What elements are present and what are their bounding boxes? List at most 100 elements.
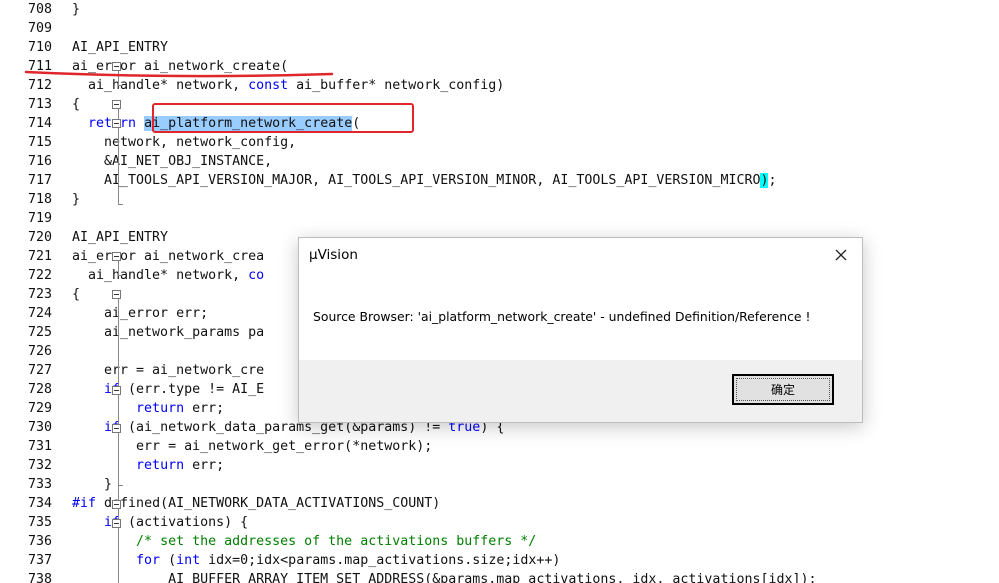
line-number: 719 [27, 211, 52, 226]
line-number: 735 [27, 515, 52, 530]
code-text: AI_API_ENTRY [72, 228, 168, 247]
fold-toggle-icon[interactable] [112, 500, 121, 509]
code-line[interactable]: 735 if (activations) { [0, 513, 999, 532]
code-line[interactable]: 732 return err; [0, 456, 999, 475]
line-number: 709 [27, 21, 52, 36]
code-text: err = ai_network_cre [72, 361, 264, 380]
code-line[interactable]: 710 AI_API_ENTRY [0, 38, 999, 57]
code-token: AI_TOOLS_API_VERSION_MAJOR, AI_TOOLS_API… [72, 173, 761, 188]
code-token: err; [184, 401, 225, 416]
line-number: 732 [27, 458, 52, 473]
code-token: for [136, 553, 161, 568]
code-text: err = ai_network_get_error(*network); [72, 437, 432, 456]
line-number: 721 [27, 249, 52, 264]
code-text: #if defined(AI_NETWORK_DATA_ACTIVATIONS_… [72, 494, 440, 513]
line-number: 733 [27, 477, 52, 492]
code-token: defined(AI_NETWORK_DATA_ACTIVATIONS_COUN… [96, 496, 441, 511]
code-token: ai_network_params pa [72, 325, 265, 340]
code-line[interactable]: 716 &AI_NET_OBJ_INSTANCE, [0, 152, 999, 171]
code-line[interactable]: 718} [0, 190, 999, 209]
line-number: 726 [27, 344, 52, 359]
line-number: 737 [27, 553, 52, 568]
fold-toggle-icon[interactable] [112, 290, 121, 299]
code-token: { [72, 97, 81, 112]
code-line[interactable]: 709 [0, 19, 999, 38]
code-line[interactable]: 708} [0, 0, 999, 19]
code-line[interactable]: 733 } [0, 475, 999, 494]
code-token: err = ai_network_get_error(*network); [72, 439, 433, 454]
code-line[interactable]: 713 { [0, 95, 999, 114]
line-number: 717 [27, 173, 52, 188]
annotation-red-underline [24, 70, 334, 78]
fold-toggle-icon[interactable] [112, 252, 121, 261]
code-text: ai_error ai_network_crea [72, 247, 264, 266]
code-text: { [72, 95, 80, 114]
line-number: 723 [27, 287, 52, 302]
annotation-red-box [152, 103, 414, 133]
code-token: ; [768, 173, 777, 188]
code-token: #if [72, 496, 97, 511]
code-line[interactable]: 731 err = ai_network_get_error(*network)… [0, 437, 999, 456]
code-line[interactable]: 715 network, network_config, [0, 133, 999, 152]
code-text: ai_error err; [72, 304, 208, 323]
code-token: &AI_NET_OBJ_INSTANCE, [72, 154, 273, 169]
line-number: 731 [27, 439, 52, 454]
code-text: if (activations) { [72, 513, 248, 532]
line-number: 710 [27, 40, 52, 55]
code-token: err = ai_network_cre [72, 363, 265, 378]
code-line[interactable]: 736 /* set the addresses of the activati… [0, 532, 999, 551]
code-line[interactable]: 734 #if defined(AI_NETWORK_DATA_ACTIVATIO… [0, 494, 999, 513]
code-token: return [136, 458, 185, 473]
line-number: 716 [27, 154, 52, 169]
code-line[interactable]: 719 [0, 209, 999, 228]
code-token: ai_error err; [72, 306, 209, 321]
fold-toggle-icon[interactable] [112, 100, 121, 109]
line-number: 734 [27, 496, 52, 511]
code-line[interactable]: 717 AI_TOOLS_API_VERSION_MAJOR, AI_TOOLS… [0, 171, 999, 190]
code-text: AI_API_ENTRY [72, 38, 168, 57]
fold-toggle-icon[interactable] [112, 119, 121, 128]
code-token: { [72, 287, 81, 302]
code-token: AI_API_ENTRY [72, 40, 169, 55]
line-number: 715 [27, 135, 52, 150]
code-token: AI_API_ENTRY [72, 230, 169, 245]
code-token: /* set the addresses of the activations … [136, 534, 537, 549]
fold-toggle-icon[interactable] [112, 386, 121, 395]
code-token: network, network_config, [72, 135, 297, 150]
ok-button[interactable]: 确定 [732, 374, 834, 405]
line-number: 736 [27, 534, 52, 549]
dialog-title: µVision [309, 247, 358, 263]
code-line[interactable]: 737 for (int idx=0;idx<params.map_activa… [0, 551, 999, 570]
code-token: ai_handle* network, [72, 268, 249, 283]
line-number: 713 [27, 97, 52, 112]
code-token: co [248, 268, 265, 283]
code-token: const [248, 78, 289, 93]
code-token: int [176, 553, 201, 568]
fold-toggle-icon[interactable] [112, 519, 121, 528]
line-number: 729 [27, 401, 52, 416]
dialog-footer: 确定 [299, 360, 862, 422]
code-text: &AI_NET_OBJ_INSTANCE, [72, 152, 272, 171]
line-number: 725 [27, 325, 52, 340]
fold-toggle-icon[interactable] [112, 424, 121, 433]
code-line[interactable]: 714 return ai_platform_network_create( [0, 114, 999, 133]
line-number: 728 [27, 382, 52, 397]
code-token: } [72, 2, 81, 17]
dialog-message: Source Browser: 'ai_platform_network_cre… [313, 309, 811, 324]
code-line[interactable]: 738 AI_BUFFER_ARRAY_ITEM_SET_ADDRESS(&pa… [0, 570, 999, 583]
code-token: ( [160, 553, 177, 568]
code-text: return err; [72, 399, 224, 418]
line-number: 718 [27, 192, 52, 207]
code-token: (err.type != AI_E [120, 382, 265, 397]
fold-gutter [55, 0, 123, 583]
code-token: ai_handle* network, [72, 78, 249, 93]
close-icon[interactable] [830, 244, 852, 266]
